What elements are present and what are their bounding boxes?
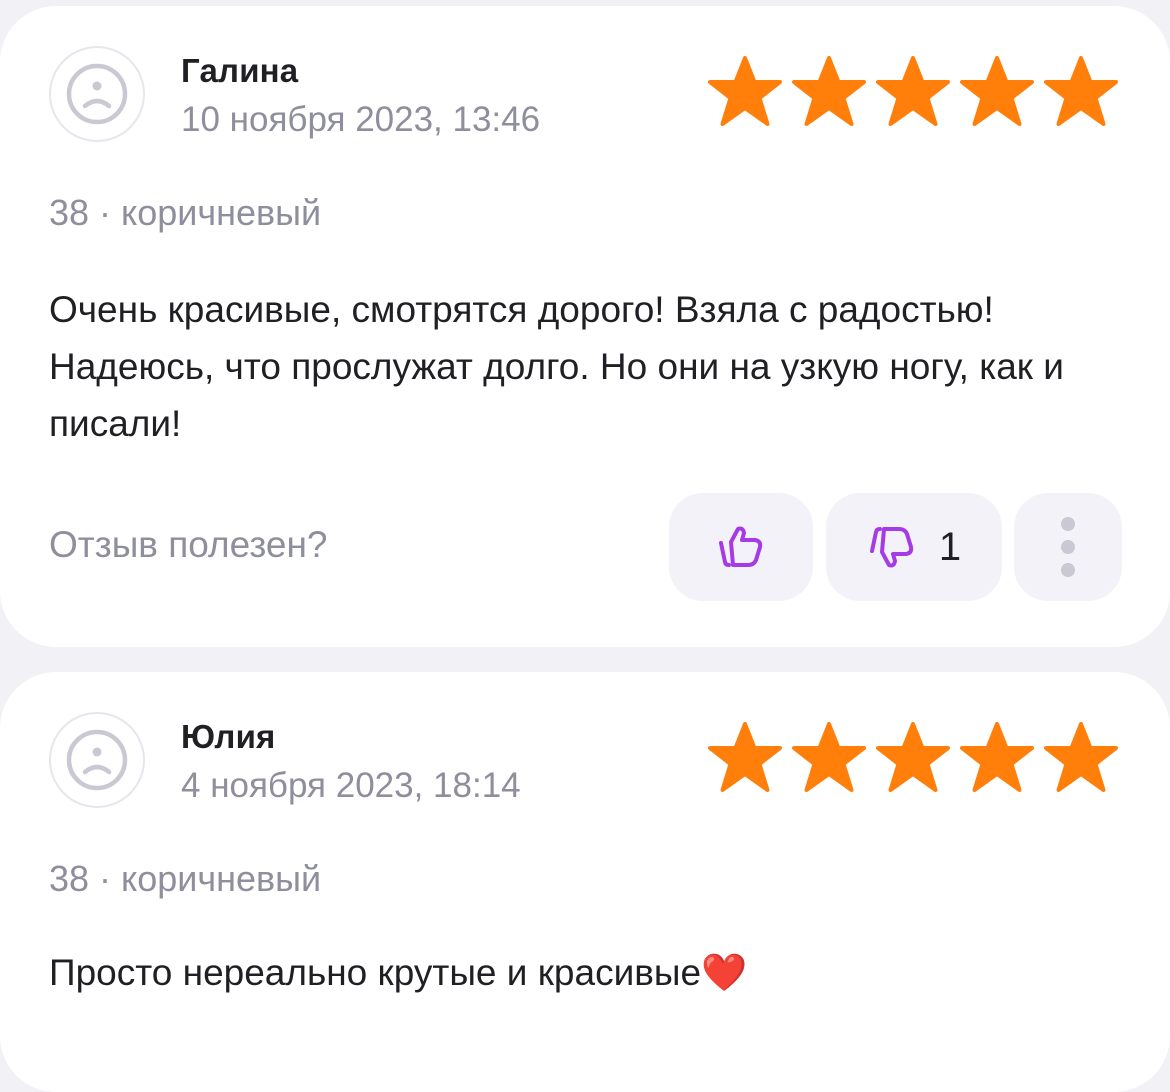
product-variant: 38 · коричневый [49,192,322,233]
review-author: Юлия [181,718,276,755]
avatar [49,712,145,808]
star-icon [1044,722,1118,792]
star-icon [708,722,782,792]
star-icon [876,56,950,126]
review-text: Очень красивые, смотрятся дорого! Взяла … [49,289,1064,444]
rating-stars [705,56,1121,128]
star-icon [960,56,1034,126]
avatar [49,46,145,142]
rating-stars [705,722,1121,794]
review-card: Юлия 4 ноября 2023, 18:14 38 · коричневы… [0,672,1170,1092]
review-date: 10 ноября 2023, 13:46 [181,100,541,139]
star-icon [792,722,866,792]
star-icon [960,722,1034,792]
more-button[interactable] [1014,493,1122,601]
more-vertical-icon [1061,517,1075,577]
star-icon [792,56,866,126]
review-card: Галина 10 ноября 2023, 13:46 38 · коричн… [0,6,1170,647]
sad-face-icon [66,729,128,791]
thumbs-up-icon [719,526,763,567]
review-date: 4 ноября 2023, 18:14 [181,766,521,805]
star-icon [708,56,782,126]
review-author: Галина [181,52,299,89]
star-icon [876,722,950,792]
helpful-label: Отзыв полезен? [49,524,328,565]
dislike-count: 1 [938,524,962,569]
dislike-button[interactable]: 1 [826,493,1002,601]
thumbs-down-icon [869,527,914,568]
review-text: Просто нереально крутые и красивые❤️ [49,952,748,993]
product-variant: 38 · коричневый [49,858,322,899]
star-icon [1044,56,1118,126]
like-button[interactable] [669,493,813,601]
sad-face-icon [66,63,128,125]
